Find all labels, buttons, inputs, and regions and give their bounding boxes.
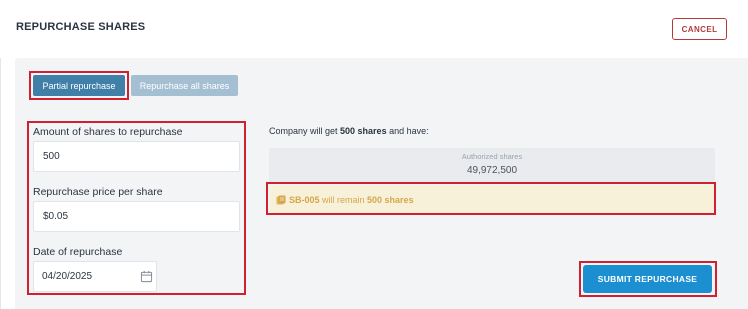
remain-shares: 500 shares <box>367 194 414 205</box>
partial-repurchase-toggle[interactable]: Partial repurchase <box>33 75 125 96</box>
price-input[interactable] <box>33 201 240 232</box>
certificate-icon <box>276 195 286 204</box>
company-summary-suffix: and have: <box>386 126 429 136</box>
repurchase-all-toggle[interactable]: Repurchase all shares <box>131 75 238 96</box>
price-label: Repurchase price per share <box>33 186 163 198</box>
submit-repurchase-button[interactable]: SUBMIT REPURCHASE <box>583 265 712 293</box>
authorized-shares-label: Authorized shares <box>461 152 523 161</box>
date-label: Date of repurchase <box>33 246 123 258</box>
company-summary: Company will get 500 shares and have: <box>269 126 429 136</box>
cancel-button[interactable]: CANCEL <box>672 18 727 40</box>
remaining-shares-notice: SB-005 will remain 500 shares <box>270 185 715 214</box>
authorized-shares-box: Authorized shares 49,972,500 <box>269 148 715 182</box>
amount-label: Amount of shares to repurchase <box>33 126 183 138</box>
authorized-shares-value: 49,972,500 <box>466 165 518 176</box>
company-summary-prefix: Company will get <box>269 126 341 136</box>
company-summary-shares: 500 shares <box>340 126 387 136</box>
share-class-id: SB-005 <box>289 194 320 205</box>
date-value: 04/20/2025 <box>42 271 93 282</box>
page-title: REPURCHASE SHARES <box>16 21 146 33</box>
date-input[interactable]: 04/20/2025 <box>33 261 157 292</box>
remain-text: will remain <box>319 194 368 205</box>
calendar-icon[interactable] <box>140 270 153 283</box>
header: REPURCHASE SHARES CANCEL <box>0 0 748 58</box>
amount-input[interactable] <box>33 141 240 172</box>
